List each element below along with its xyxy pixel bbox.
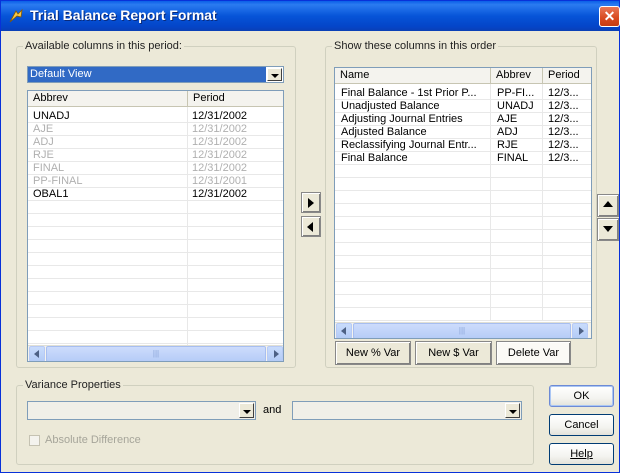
- new-dollar-var-label: New $ Var: [428, 347, 479, 359]
- row-gridline: [28, 291, 283, 292]
- row-gridline: [28, 213, 283, 214]
- row-gridline: [28, 122, 283, 123]
- arrow-right-icon: [579, 327, 584, 335]
- row-gridline: [28, 265, 283, 266]
- variance-properties-legend: Variance Properties: [23, 379, 123, 391]
- chevron-down-icon: [509, 410, 517, 414]
- row-gridline: [335, 294, 591, 295]
- scroll-thumb[interactable]: |||: [353, 323, 571, 338]
- ok-button[interactable]: OK: [549, 385, 614, 407]
- row-gridline: [28, 226, 283, 227]
- variance-column-2-button[interactable]: [505, 403, 520, 418]
- window-title: Trial Balance Report Format: [30, 7, 217, 23]
- variance-column-2-select[interactable]: [292, 401, 522, 420]
- row-gridline: [28, 278, 283, 279]
- arrow-left-icon: [307, 222, 313, 232]
- col-header-period[interactable]: Period: [188, 91, 283, 107]
- scroll-thumb[interactable]: |||: [46, 346, 266, 361]
- and-label: and: [263, 404, 282, 416]
- arrow-right-icon: [308, 198, 314, 208]
- app-icon: [9, 8, 23, 23]
- row-gridline: [335, 242, 591, 243]
- help-button[interactable]: Help: [549, 443, 614, 465]
- row-gridline: [28, 343, 283, 344]
- move-up-button[interactable]: [597, 194, 619, 217]
- available-columns-legend: Available columns in this period:: [23, 40, 184, 52]
- help-label: Help: [570, 448, 593, 460]
- row-gridline: [335, 320, 591, 321]
- row-gridline: [28, 187, 283, 188]
- row-gridline: [28, 200, 283, 201]
- arrow-up-icon: [603, 201, 613, 207]
- add-column-button[interactable]: [301, 192, 321, 213]
- scroll-left-button[interactable]: [336, 323, 352, 338]
- chevron-down-icon: [271, 74, 279, 78]
- absolute-difference-label: Absolute Difference: [45, 434, 141, 446]
- cancel-button[interactable]: Cancel: [549, 414, 614, 436]
- row-gridline: [28, 148, 283, 149]
- row-gridline: [28, 330, 283, 331]
- row-gridline: [335, 190, 591, 191]
- row-gridline: [335, 112, 591, 113]
- row-gridline: [28, 174, 283, 175]
- row-gridline: [335, 229, 591, 230]
- row-gridline: [28, 239, 283, 240]
- row-gridline: [335, 151, 591, 152]
- remove-column-button[interactable]: [301, 216, 321, 237]
- variance-column-1-select[interactable]: [27, 401, 256, 420]
- row-gridline: [335, 164, 591, 165]
- cancel-label: Cancel: [564, 419, 599, 431]
- available-columns-list[interactable]: Abbrev Period UNADJ 12/31/2002 AJE 12/31/20…: [27, 90, 284, 362]
- title-bar[interactable]: Trial Balance Report Format ✕: [1, 1, 620, 31]
- col-header-abbrev[interactable]: Abbrev: [28, 91, 188, 107]
- scroll-right-button[interactable]: [572, 323, 588, 338]
- view-select-button[interactable]: [267, 68, 282, 81]
- new-percent-var-button[interactable]: New % Var: [335, 341, 411, 365]
- delete-var-label: Delete Var: [507, 347, 560, 359]
- row-gridline: [335, 99, 591, 100]
- col-header-name[interactable]: Name: [335, 68, 491, 84]
- row-gridline: [28, 252, 283, 253]
- close-button[interactable]: ✕: [599, 6, 620, 27]
- row-gridline: [28, 161, 283, 162]
- close-icon: ✕: [603, 8, 616, 24]
- new-dollar-var-button[interactable]: New $ Var: [415, 341, 492, 365]
- absolute-difference-checkbox[interactable]: [29, 435, 40, 446]
- row-gridline: [335, 255, 591, 256]
- row-gridline: [28, 135, 283, 136]
- move-down-button[interactable]: [597, 218, 619, 241]
- chevron-down-icon: [243, 410, 251, 414]
- shown-columns-legend: Show these columns in this order: [332, 40, 499, 52]
- row-gridline: [335, 268, 591, 269]
- row-gridline: [335, 307, 591, 308]
- delete-var-button[interactable]: Delete Var: [496, 341, 571, 365]
- scroll-left-button[interactable]: [29, 346, 45, 361]
- view-select-value: Default View: [28, 67, 266, 82]
- row-gridline: [335, 138, 591, 139]
- arrow-down-icon: [603, 226, 613, 232]
- row-gridline: [335, 203, 591, 204]
- dialog-window: Trial Balance Report Format ✕ Available …: [0, 0, 620, 473]
- arrow-left-icon: [341, 327, 346, 335]
- row-gridline: [28, 304, 283, 305]
- row-gridline: [28, 317, 283, 318]
- variance-column-1-button[interactable]: [239, 403, 254, 418]
- scroll-right-button[interactable]: [267, 346, 283, 361]
- available-hscrollbar[interactable]: |||: [28, 345, 283, 361]
- view-select[interactable]: Default View: [27, 66, 284, 83]
- row-gridline: [335, 281, 591, 282]
- col-header-period[interactable]: Period: [543, 68, 591, 84]
- row-gridline: [335, 177, 591, 178]
- row-gridline: [335, 216, 591, 217]
- col-header-abbrev[interactable]: Abbrev: [491, 68, 543, 84]
- shown-hscrollbar[interactable]: |||: [335, 322, 591, 338]
- variance-properties-group: Variance Properties: [16, 379, 534, 465]
- shown-columns-list[interactable]: Name Abbrev Period Final Balance - 1st P…: [334, 67, 592, 339]
- arrow-right-icon: [274, 350, 279, 358]
- ok-label: OK: [573, 390, 590, 402]
- arrow-left-icon: [34, 350, 39, 358]
- row-gridline: [335, 125, 591, 126]
- new-percent-var-label: New % Var: [345, 347, 401, 359]
